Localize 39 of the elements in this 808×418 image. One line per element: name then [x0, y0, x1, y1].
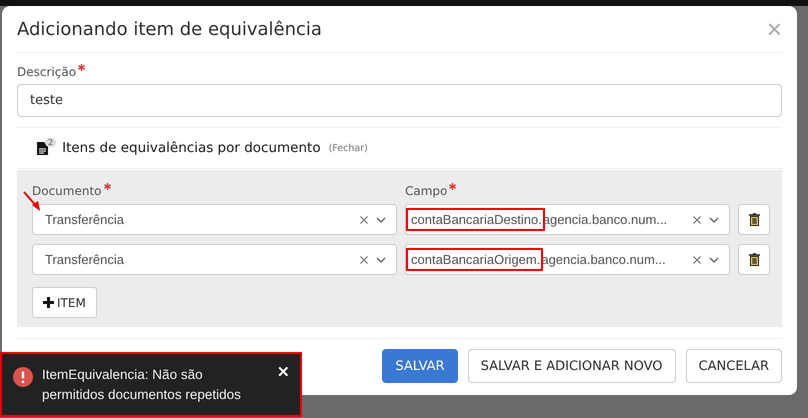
highlighted-text: contaBancariaDestino.	[408, 210, 543, 229]
chevron-down-icon[interactable]	[376, 256, 386, 262]
chevron-down-icon[interactable]	[376, 216, 386, 222]
close-button[interactable]: ✕	[277, 365, 290, 380]
trash-icon	[748, 213, 760, 226]
delete-button[interactable]	[738, 244, 770, 275]
dialog-title: Adicionando item de equivalência	[17, 18, 322, 40]
collapse-link[interactable]: (Fechar)	[328, 142, 368, 154]
select-value: agencia.banco.num...	[542, 212, 668, 227]
section-title: Itens de equivalências por documento	[62, 140, 321, 156]
highlighted-text: contaBancariaOrigem.	[408, 250, 542, 269]
count-badge: 2	[45, 138, 56, 146]
clear-icon[interactable]	[360, 256, 368, 264]
select-value: agencia.banco.num...	[541, 252, 666, 267]
toast-message: ItemEquivalencia: Não são permitidos documentos repetidos	[42, 366, 242, 404]
description-field[interactable]: teste	[17, 84, 782, 117]
field-select[interactable]: contaBancariaDestino.agencia.banco.num...	[405, 204, 730, 235]
clear-icon[interactable]	[693, 216, 701, 224]
select-value: Transferência	[45, 212, 125, 227]
delete-button[interactable]	[738, 204, 770, 235]
error-icon	[13, 367, 33, 387]
save-button[interactable]: SALVAR	[382, 349, 458, 383]
chevron-down-icon[interactable]	[709, 256, 719, 262]
document-select[interactable]: Transferência	[32, 244, 397, 275]
clear-icon[interactable]	[693, 256, 701, 264]
clear-icon[interactable]	[360, 216, 368, 224]
document-select[interactable]: Transferência	[32, 204, 397, 235]
plus-icon	[43, 297, 54, 308]
action-button[interactable]: CANCELAR	[686, 349, 782, 383]
document-icon	[37, 142, 48, 154]
column-label: Campo	[405, 184, 448, 198]
field-label: Descrição	[17, 65, 76, 79]
action-button[interactable]: SALVAR E ADICIONAR NOVO	[468, 349, 676, 383]
trash-icon	[748, 253, 760, 266]
select-value: Transferência	[45, 252, 125, 267]
add-item-button[interactable]: ITEM	[32, 287, 97, 318]
column-label: Documento	[32, 184, 102, 198]
chevron-down-icon[interactable]	[709, 216, 719, 222]
field-select[interactable]: contaBancariaOrigem.agencia.banco.num...	[405, 244, 730, 275]
